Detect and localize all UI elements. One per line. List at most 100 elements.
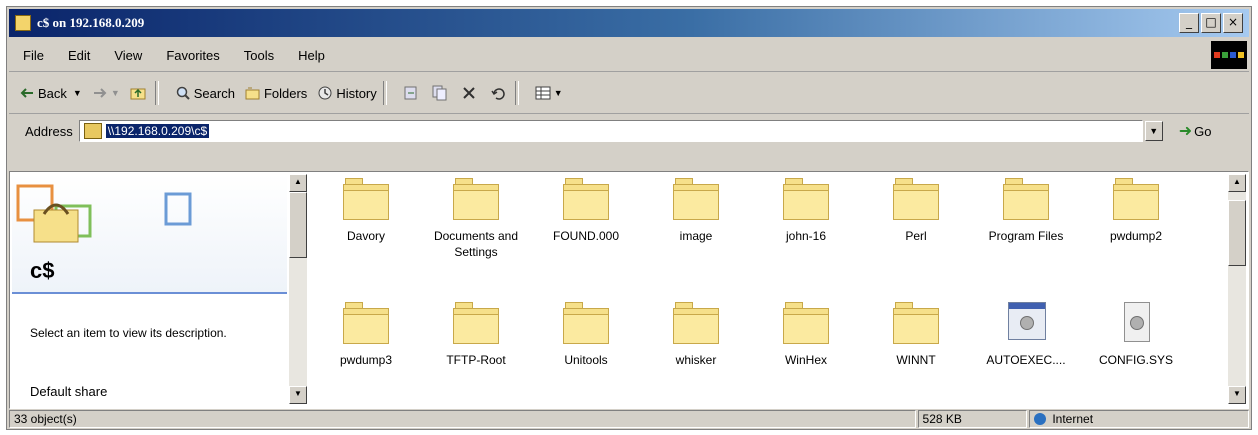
back-button[interactable]: Back ▼ <box>19 85 82 101</box>
folder-name: whisker <box>675 353 717 367</box>
forward-dropdown-icon[interactable]: ▼ <box>111 88 120 98</box>
toolbar-separator <box>154 81 159 105</box>
up-button[interactable] <box>130 85 149 101</box>
minimize-button[interactable]: _ <box>1179 13 1199 33</box>
internet-globe-icon <box>1034 413 1047 425</box>
folder-item[interactable]: Davory <box>316 178 416 244</box>
web-view-pane: c$ Select an item to view its descriptio… <box>12 174 287 404</box>
explorer-window: c$ on 192.168.0.209 _ □ × File Edit View… <box>6 6 1252 430</box>
folder-name: Davory <box>346 229 385 243</box>
go-arrow-icon: ➜ <box>1178 123 1193 140</box>
address-dropdown-button[interactable]: ▼ <box>1144 121 1163 141</box>
standard-toolbar: Back ▼ ▼ Search Folders History ▼ <box>9 73 1249 114</box>
views-button[interactable]: ▼ <box>535 85 563 101</box>
back-arrow-icon <box>20 88 33 98</box>
delete-button[interactable] <box>461 85 480 101</box>
address-bar: Address \\192.168.0.209\c$ ▼ ➜ Go <box>9 115 1249 147</box>
copy-to-button[interactable] <box>432 85 451 101</box>
folder-name: Unitools <box>564 353 608 367</box>
left-pane-scrollbar[interactable]: ▲ ▼ <box>289 174 307 404</box>
file-name: CONFIG.SYS <box>1098 353 1173 367</box>
folder-item[interactable]: Perl <box>866 178 966 244</box>
folder-name: Program Files <box>988 229 1064 243</box>
history-icon <box>318 86 332 100</box>
address-input[interactable]: \\192.168.0.209\c$ <box>78 120 1143 142</box>
close-button[interactable]: × <box>1223 13 1243 33</box>
delete-x-icon <box>463 87 475 99</box>
share-type-label: Default share <box>30 384 108 399</box>
folder-name: WINNT <box>896 353 936 367</box>
file-item[interactable]: CONFIG.SYS <box>1086 302 1186 368</box>
folder-icon <box>453 302 499 344</box>
folder-name: Perl <box>905 229 927 243</box>
zone-label: Internet <box>1052 412 1094 426</box>
history-button[interactable]: History <box>317 85 377 101</box>
folder-icon <box>893 178 939 220</box>
title-bar[interactable]: c$ on 192.168.0.209 _ □ × <box>9 9 1249 37</box>
views-dropdown-icon[interactable]: ▼ <box>554 88 563 98</box>
folder-icon <box>343 178 389 220</box>
search-button[interactable]: Search <box>175 85 235 101</box>
folder-icon <box>783 178 829 220</box>
folder-name: image <box>679 229 713 243</box>
window-controls: _ □ × <box>1179 13 1243 33</box>
object-count: 33 object(s) <box>9 410 916 428</box>
folder-item[interactable]: Unitools <box>536 302 636 368</box>
network-share-icon <box>83 123 102 139</box>
scroll-thumb[interactable] <box>289 192 307 258</box>
search-label: Search <box>193 85 235 101</box>
scroll-up-button[interactable]: ▲ <box>289 174 307 192</box>
file-list-scrollbar[interactable]: ▲ ▼ <box>1228 174 1246 404</box>
folder-item[interactable]: pwdump2 <box>1086 178 1186 244</box>
windows-logo-icon <box>1211 41 1247 69</box>
folder-name: Documents and Settings <box>433 229 519 259</box>
address-value[interactable]: \\192.168.0.209\c$ <box>105 124 210 138</box>
folders-button[interactable]: Folders <box>245 85 307 101</box>
file-item[interactable]: AUTOEXEC.... <box>976 302 1076 368</box>
file-name: AUTOEXEC.... <box>986 353 1066 367</box>
folder-item[interactable]: Program Files <box>976 178 1076 244</box>
folder-item[interactable]: TFTP-Root <box>426 302 526 368</box>
share-title: c$ <box>30 258 55 283</box>
scroll-down-button[interactable]: ▼ <box>1228 386 1246 404</box>
back-dropdown-icon[interactable]: ▼ <box>73 88 82 98</box>
folder-name: john-16 <box>785 229 827 243</box>
scroll-thumb[interactable] <box>1228 200 1246 266</box>
folders-icon <box>245 87 260 100</box>
folder-item[interactable]: Documents and Settings <box>426 178 526 260</box>
scroll-up-button[interactable]: ▲ <box>1228 174 1246 192</box>
folder-item[interactable]: pwdump3 <box>316 302 416 368</box>
menu-help[interactable]: Help <box>298 48 325 63</box>
move-to-button[interactable] <box>403 85 422 101</box>
forward-button[interactable]: ▼ <box>92 85 120 101</box>
folder-item[interactable]: john-16 <box>756 178 856 244</box>
menu-file[interactable]: File <box>23 48 44 63</box>
security-zone: Internet <box>1029 410 1249 428</box>
go-button[interactable]: ➜ Go <box>1179 121 1212 141</box>
menu-edit[interactable]: Edit <box>68 48 90 63</box>
status-bar: 33 object(s) 528 KB Internet <box>9 409 1249 429</box>
go-label: Go <box>1194 123 1212 139</box>
folders-label: Folders <box>263 85 308 101</box>
folder-item[interactable]: WINNT <box>866 302 966 368</box>
item-description: Select an item to view its description. <box>30 326 227 340</box>
folder-icon <box>343 302 389 344</box>
folder-icon <box>783 302 829 344</box>
folder-item[interactable]: FOUND.000 <box>536 178 636 244</box>
folder-item[interactable]: whisker <box>646 302 746 368</box>
menu-tools[interactable]: Tools <box>244 48 274 63</box>
folder-icon <box>453 178 499 220</box>
menu-view[interactable]: View <box>114 48 142 63</box>
scroll-down-button[interactable]: ▼ <box>289 386 307 404</box>
total-size: 528 KB <box>917 410 1028 428</box>
folder-item[interactable]: WinHex <box>756 302 856 368</box>
history-label: History <box>336 85 377 101</box>
maximize-button[interactable]: □ <box>1201 13 1221 33</box>
folder-icon <box>1003 178 1049 220</box>
up-folder-icon <box>130 88 146 100</box>
folder-item[interactable]: image <box>646 178 746 244</box>
content-area: c$ Select an item to view its descriptio… <box>9 171 1249 409</box>
undo-button[interactable] <box>490 85 509 101</box>
menu-favorites[interactable]: Favorites <box>166 48 219 63</box>
views-icon <box>535 86 551 100</box>
